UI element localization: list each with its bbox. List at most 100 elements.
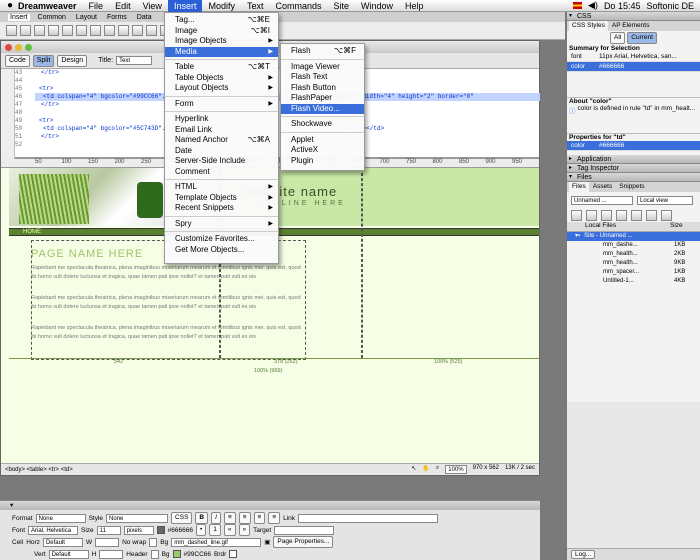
media-item-flash[interactable]: Flash ⌥⌘F: [281, 46, 364, 57]
email-link-icon[interactable]: [20, 25, 31, 36]
align-center-icon[interactable]: ≡: [238, 512, 251, 524]
file-row[interactable]: mm_health... 9KB: [567, 259, 700, 268]
indent-icon[interactable]: »: [238, 524, 251, 536]
tag-inspector-panel-header[interactable]: Tag Inspector: [567, 164, 700, 173]
media-icon[interactable]: [90, 25, 101, 36]
files-panel-header[interactable]: Files: [567, 173, 700, 182]
menu-item-server-side-include[interactable]: Server-Side Include: [165, 156, 278, 167]
tab-snippets[interactable]: Snippets: [616, 182, 647, 192]
menu-item-tag[interactable]: Tag... ⌥⌘E: [165, 15, 278, 26]
menu-help[interactable]: Help: [399, 0, 430, 12]
file-row[interactable]: Untitled-1... 4KB: [567, 277, 700, 286]
vert-select[interactable]: Default: [48, 549, 89, 559]
target-select[interactable]: [274, 525, 335, 535]
summary-row[interactable]: font 11px Arial, Helvetica, san...: [567, 52, 700, 62]
outdent-icon[interactable]: «: [223, 524, 236, 536]
menu-insert[interactable]: Insert: [167, 0, 203, 12]
date-icon[interactable]: [104, 25, 115, 36]
tab-css-styles[interactable]: CSS Styles: [569, 21, 608, 31]
italic-button[interactable]: I: [211, 512, 221, 524]
folder-icon[interactable]: ▣: [264, 538, 270, 546]
image-icon[interactable]: [76, 25, 87, 36]
horz-select[interactable]: Default: [42, 537, 83, 547]
media-item-flashpaper[interactable]: FlashPaper: [281, 93, 364, 104]
named-anchor-icon[interactable]: [34, 25, 45, 36]
zoom-icon[interactable]: [25, 43, 32, 51]
menu-commands[interactable]: Commands: [269, 0, 327, 12]
menu-text[interactable]: Text: [241, 0, 270, 12]
head-icon[interactable]: [146, 25, 157, 36]
menu-modify[interactable]: Modify: [202, 0, 241, 12]
local-files-header[interactable]: Local Files: [567, 222, 670, 231]
hand-tool-icon[interactable]: ✋: [422, 465, 429, 474]
menu-app-name[interactable]: Dreamweaver: [14, 0, 83, 12]
bg-color-value[interactable]: #99CC66: [184, 551, 211, 558]
css-button[interactable]: CSS: [171, 512, 193, 524]
comment-icon[interactable]: [132, 25, 143, 36]
zoom-select[interactable]: 100%: [445, 465, 467, 474]
language-flag-icon[interactable]: [573, 2, 583, 9]
text-color-value[interactable]: #666666: [168, 527, 193, 534]
select-tool-icon[interactable]: ↖: [411, 465, 416, 474]
menu-site[interactable]: Site: [328, 0, 356, 12]
design-view-button[interactable]: Design: [57, 54, 88, 67]
menu-file[interactable]: File: [83, 0, 110, 12]
file-row[interactable]: mm_dashe... 1KB: [567, 241, 700, 250]
font-select[interactable]: Arial, Helvetica: [28, 525, 79, 535]
menu-edit[interactable]: Edit: [109, 0, 137, 12]
media-item-image-viewer[interactable]: Image Viewer: [281, 62, 364, 73]
application-panel-header[interactable]: Application: [567, 155, 700, 164]
menu-view[interactable]: View: [137, 0, 168, 12]
site-select[interactable]: Unnamed ...: [571, 195, 633, 205]
tab-assets[interactable]: Assets: [590, 182, 616, 192]
media-item-applet[interactable]: Applet: [281, 135, 364, 146]
expand-icon[interactable]: [661, 209, 672, 221]
title-input[interactable]: Text: [116, 56, 153, 65]
current-mode-button[interactable]: Current: [627, 32, 657, 44]
hyperlink-icon[interactable]: [6, 25, 17, 36]
div-icon[interactable]: [62, 25, 73, 36]
menu-item-customize-favorites[interactable]: Customize Favorites...: [165, 234, 278, 245]
size-unit-select[interactable]: pixels: [123, 525, 154, 535]
menu-item-recent-snippets[interactable]: Recent Snippets ▶: [165, 203, 278, 214]
border-color-swatch[interactable]: [229, 550, 238, 558]
check-in-icon[interactable]: [646, 209, 657, 221]
nowrap-checkbox[interactable]: [149, 537, 158, 547]
align-left-icon[interactable]: ≡: [223, 512, 236, 524]
property-inspector-title[interactable]: ▾: [0, 501, 540, 510]
media-item-flash-button[interactable]: Flash Button: [281, 83, 364, 94]
justify-icon[interactable]: ≡: [268, 512, 281, 524]
check-out-icon[interactable]: [631, 209, 642, 221]
media-item-flash-video[interactable]: Flash Video...: [281, 103, 364, 114]
get-files-icon[interactable]: [601, 209, 612, 221]
nav-home-link[interactable]: HOME: [23, 228, 41, 236]
tab-ap-elements[interactable]: AP Elements: [609, 21, 652, 31]
menu-item-layout-objects[interactable]: Layout Objects ▶: [165, 83, 278, 94]
media-item-activex[interactable]: ActiveX: [281, 145, 364, 156]
clock[interactable]: Do 15:45: [604, 1, 641, 11]
window-size[interactable]: 970 x 562: [473, 465, 499, 474]
menu-item-form[interactable]: Form ▶: [165, 99, 278, 110]
tab-common[interactable]: Common: [36, 14, 68, 21]
text-color-swatch[interactable]: [156, 526, 165, 534]
zoom-tool-icon[interactable]: ⌕: [436, 465, 439, 474]
bold-button[interactable]: B: [195, 512, 209, 524]
server-include-icon[interactable]: [118, 25, 129, 36]
menu-item-email-link[interactable]: Email Link: [165, 125, 278, 136]
view-select[interactable]: Local view: [637, 195, 693, 205]
tab-forms[interactable]: Forms: [105, 14, 129, 21]
menu-item-html[interactable]: HTML ▶: [165, 182, 278, 193]
unordered-list-icon[interactable]: •: [195, 524, 207, 536]
bg-image-input[interactable]: mm_dashed_line.gif: [171, 537, 262, 547]
log-button[interactable]: Log...: [571, 550, 596, 559]
media-item-plugin[interactable]: Plugin: [281, 156, 364, 167]
css-panel-header[interactable]: CSS: [567, 12, 700, 21]
align-right-icon[interactable]: ≡: [253, 512, 266, 524]
tag-selector[interactable]: <body> <table> <tr> <td>: [5, 467, 73, 473]
width-input[interactable]: [95, 537, 120, 547]
media-item-shockwave[interactable]: Shockwave: [281, 119, 364, 130]
tab-files[interactable]: Files: [569, 182, 589, 192]
menu-item-spry[interactable]: Spry ▶: [165, 219, 278, 230]
summary-row-selected[interactable]: color #666666: [567, 62, 700, 72]
menu-item-table[interactable]: Table ⌥⌘T: [165, 62, 278, 73]
